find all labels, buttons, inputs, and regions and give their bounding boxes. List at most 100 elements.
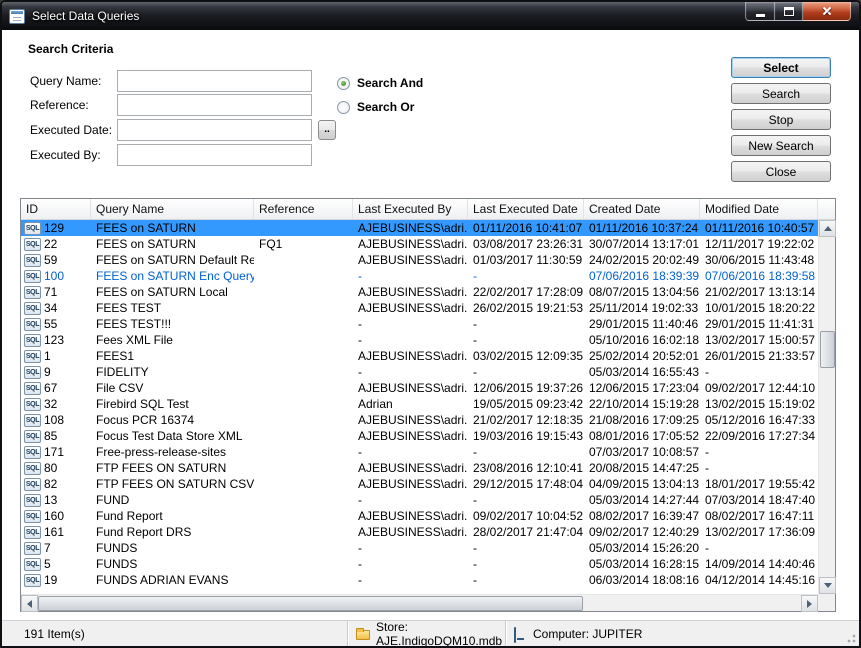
grid-row[interactable]: SQL7FUNDS--05/03/2014 15:26:20- bbox=[21, 540, 818, 556]
column-header-query-name[interactable]: Query Name bbox=[91, 199, 254, 219]
sql-query-icon: SQL bbox=[24, 494, 41, 507]
grid-row[interactable]: SQL19FUNDS ADRIAN EVANS--06/03/2014 18:0… bbox=[21, 572, 818, 588]
cell-ref bbox=[254, 524, 353, 540]
grid-row[interactable]: SQL5FUNDS--05/03/2014 16:28:1514/09/2014… bbox=[21, 556, 818, 572]
cell-created: 24/02/2015 20:02:49 bbox=[584, 252, 700, 268]
cell-by: AJEBUSINESS\adri... bbox=[353, 348, 468, 364]
cell-modified: - bbox=[700, 444, 818, 460]
executed-date-input[interactable] bbox=[117, 119, 312, 141]
horizontal-scrollbar[interactable] bbox=[21, 594, 818, 611]
query-id: 82 bbox=[44, 476, 57, 492]
cell-by: - bbox=[353, 444, 468, 460]
cell-id: SQL7 bbox=[21, 540, 91, 556]
stop-button[interactable]: Stop bbox=[731, 109, 831, 130]
radio-search-or-circle[interactable] bbox=[337, 101, 350, 114]
minimize-icon bbox=[756, 14, 765, 17]
cell-modified: 08/02/2017 16:47:11 bbox=[700, 508, 818, 524]
close-window-button[interactable] bbox=[803, 2, 851, 21]
grid-row[interactable]: SQL34FEES TESTAJEBUSINESS\adri...26/02/2… bbox=[21, 300, 818, 316]
sql-query-icon: SQL bbox=[24, 526, 41, 539]
cell-name: Fund Report bbox=[91, 508, 254, 524]
column-header-last-executed-by[interactable]: Last Executed By bbox=[353, 199, 468, 219]
column-header-id[interactable]: ID bbox=[21, 199, 91, 219]
cell-name: FEES on SATURN Default Report bbox=[91, 252, 254, 268]
grid-row[interactable]: SQL108Focus PCR 16374AJEBUSINESS\adri...… bbox=[21, 412, 818, 428]
reference-input[interactable] bbox=[117, 94, 312, 116]
query-id: 171 bbox=[44, 444, 64, 460]
column-header-reference[interactable]: Reference bbox=[254, 199, 353, 219]
cell-id: SQL171 bbox=[21, 444, 91, 460]
radio-search-and[interactable]: Search And bbox=[337, 76, 423, 90]
grid-row[interactable]: SQL71FEES on SATURN LocalAJEBUSINESS\adr… bbox=[21, 284, 818, 300]
grid-row[interactable]: SQL67File CSVAJEBUSINESS\adri...12/06/20… bbox=[21, 380, 818, 396]
cell-id: SQL160 bbox=[21, 508, 91, 524]
grid-row[interactable]: SQL85Focus Test Data Store XMLAJEBUSINES… bbox=[21, 428, 818, 444]
select-button[interactable]: Select bbox=[731, 57, 831, 78]
resize-grip[interactable] bbox=[845, 632, 856, 643]
minimize-button[interactable] bbox=[745, 2, 775, 21]
cell-by: - bbox=[353, 332, 468, 348]
new-search-button[interactable]: New Search bbox=[731, 135, 831, 156]
grid-row[interactable]: SQL82FTP FEES ON SATURN CSVAJEBUSINESS\a… bbox=[21, 476, 818, 492]
grid-row[interactable]: SQL13FUND--05/03/2014 14:27:4407/03/2014… bbox=[21, 492, 818, 508]
vertical-scroll-thumb[interactable] bbox=[820, 331, 835, 368]
grid-row[interactable]: SQL59FEES on SATURN Default ReportAJEBUS… bbox=[21, 252, 818, 268]
cell-name: FUND bbox=[91, 492, 254, 508]
executed-by-input[interactable] bbox=[117, 144, 312, 166]
cell-last: 01/03/2017 11:30:59 bbox=[468, 252, 584, 268]
cell-name: FEES TEST bbox=[91, 300, 254, 316]
cell-name: Free-press-release-sites bbox=[91, 444, 254, 460]
grid-row[interactable]: SQL80FTP FEES ON SATURNAJEBUSINESS\adri.… bbox=[21, 460, 818, 476]
scroll-down-button[interactable] bbox=[819, 577, 836, 594]
grid-row[interactable]: SQL129FEES on SATURNAJEBUSINESS\adri...0… bbox=[21, 220, 818, 236]
cell-name: Fees XML File bbox=[91, 332, 254, 348]
arrow-left-icon bbox=[27, 600, 32, 608]
radio-search-or-label: Search Or bbox=[357, 100, 414, 114]
grid-row[interactable]: SQL160Fund ReportAJEBUSINESS\adri...09/0… bbox=[21, 508, 818, 524]
column-header-created-date[interactable]: Created Date bbox=[584, 199, 700, 219]
vertical-scrollbar[interactable] bbox=[818, 220, 835, 594]
close-button[interactable]: Close bbox=[731, 161, 831, 182]
column-header-modified-date[interactable]: Modified Date bbox=[700, 199, 818, 219]
cell-created: 06/03/2014 18:08:16 bbox=[584, 572, 700, 588]
cell-by: AJEBUSINESS\adri... bbox=[353, 524, 468, 540]
cell-modified: 13/02/2017 17:36:09 bbox=[700, 524, 818, 540]
cell-modified: 01/11/2016 10:40:57 bbox=[700, 220, 818, 236]
sql-query-icon: SQL bbox=[24, 350, 41, 363]
window-title: Select Data Queries bbox=[32, 9, 139, 23]
date-browse-button[interactable]: .. bbox=[318, 120, 336, 140]
radio-search-or[interactable]: Search Or bbox=[337, 100, 414, 114]
grid-row[interactable]: SQL100FEES on SATURN Enc Query--07/06/20… bbox=[21, 268, 818, 284]
query-id: 59 bbox=[44, 252, 57, 268]
sql-query-icon: SQL bbox=[24, 414, 41, 427]
radio-search-and-circle[interactable] bbox=[337, 77, 350, 90]
grid-row[interactable]: SQL9FIDELITY--05/03/2014 16:55:43- bbox=[21, 364, 818, 380]
query-id: 55 bbox=[44, 316, 57, 332]
cell-id: SQL123 bbox=[21, 332, 91, 348]
cell-by: Adrian bbox=[353, 396, 468, 412]
search-button[interactable]: Search bbox=[731, 83, 831, 104]
cell-by: - bbox=[353, 556, 468, 572]
grid-row[interactable]: SQL22FEES on SATURNFQ1AJEBUSINESS\adri..… bbox=[21, 236, 818, 252]
maximize-button[interactable] bbox=[775, 2, 803, 21]
grid-row[interactable]: SQL161Fund Report DRSAJEBUSINESS\adri...… bbox=[21, 524, 818, 540]
grid-row[interactable]: SQL55FEES TEST!!!--29/01/2015 11:40:4629… bbox=[21, 316, 818, 332]
cell-ref bbox=[254, 364, 353, 380]
grid-row[interactable]: SQL171Free-press-release-sites--07/03/20… bbox=[21, 444, 818, 460]
window-controls bbox=[745, 2, 851, 21]
grid-row[interactable]: SQL123Fees XML File--05/10/2016 16:02:18… bbox=[21, 332, 818, 348]
scroll-up-button[interactable] bbox=[819, 220, 836, 237]
column-header-last-executed-date[interactable]: Last Executed Date bbox=[468, 199, 584, 219]
cell-last: 12/06/2015 19:37:26 bbox=[468, 380, 584, 396]
horizontal-scroll-thumb[interactable] bbox=[38, 596, 583, 611]
grid-header: IDQuery NameReferenceLast Executed ByLas… bbox=[21, 199, 835, 220]
scroll-right-button[interactable] bbox=[801, 595, 818, 612]
query-name-input[interactable] bbox=[117, 70, 312, 92]
grid-row[interactable]: SQL32Firebird SQL TestAdrian19/05/2015 0… bbox=[21, 396, 818, 412]
cell-name: FEES TEST!!! bbox=[91, 316, 254, 332]
scroll-left-button[interactable] bbox=[21, 595, 38, 612]
sql-query-icon: SQL bbox=[24, 574, 41, 587]
grid-row[interactable]: SQL1FEES1AJEBUSINESS\adri...03/02/2015 1… bbox=[21, 348, 818, 364]
query-id: 123 bbox=[44, 332, 64, 348]
cell-modified: 10/01/2015 18:20:22 bbox=[700, 300, 818, 316]
